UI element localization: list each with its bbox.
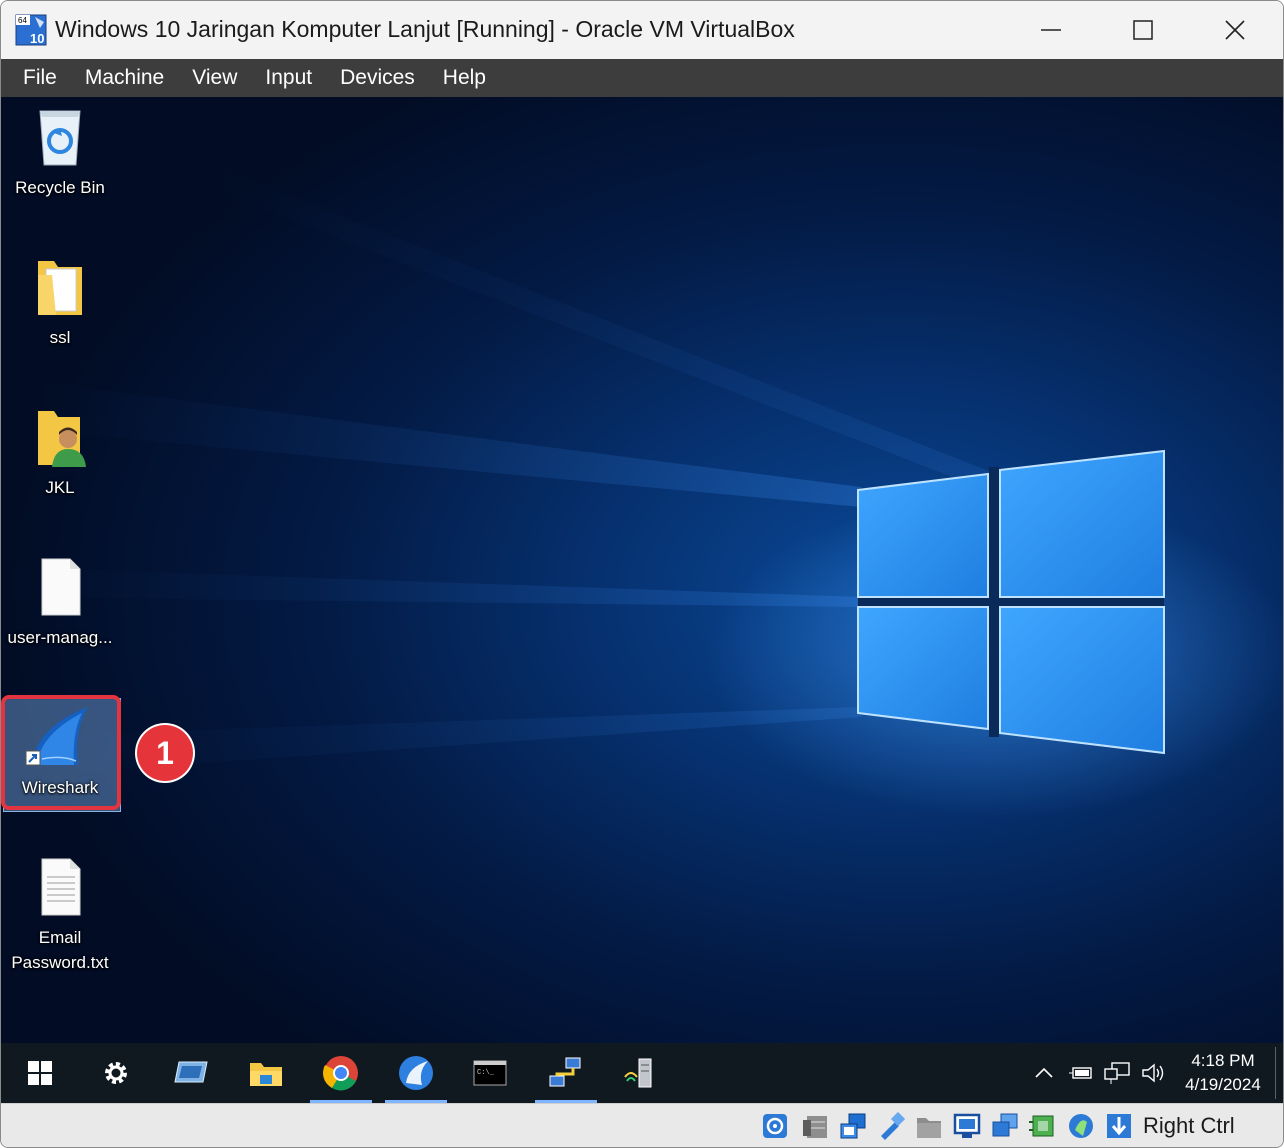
window-title: Windows 10 Jaringan Komputer Lanjut [Run… (55, 16, 795, 42)
desktop-icon-label: ssl (49, 328, 71, 347)
virtualbox-window: 64 10 Windows 10 Jaringan Komputer Lanju… (0, 0, 1284, 1148)
menu-file[interactable]: File (1, 59, 71, 97)
optical-drive-icon[interactable] (801, 1112, 829, 1140)
maximize-button[interactable] (1097, 1, 1189, 59)
menu-bar: File Machine View Input Devices Help (1, 59, 1283, 97)
taskbar-chrome[interactable] (310, 1043, 372, 1103)
show-hidden-icons-chevron-icon[interactable] (1033, 1062, 1055, 1084)
power-plug-icon (1069, 1067, 1092, 1079)
desktop-icon-label: JKL (45, 478, 75, 497)
video-capture-icon[interactable] (991, 1112, 1019, 1140)
hard-disk-icon[interactable] (761, 1112, 789, 1140)
network-status-icon (1104, 1062, 1130, 1084)
folder-icon (32, 255, 88, 317)
guest-additions-icon[interactable] (1067, 1112, 1095, 1140)
document-icon (32, 555, 88, 617)
clock-date: 4/19/2024 (1185, 1075, 1261, 1094)
start-button[interactable] (9, 1043, 71, 1103)
desktop-icon-user-manag[interactable]: user-manag... (1, 555, 119, 650)
vm-os-icon: 64 10 (15, 14, 47, 46)
taskbar-cmd[interactable]: C:\_ (459, 1043, 521, 1103)
recycle-bin-icon (32, 105, 88, 167)
desktop-icon-label: Recycle Bin (15, 178, 105, 197)
close-icon (1225, 20, 1245, 40)
cmd-icon: C:\_ (473, 1060, 507, 1086)
taskbar-network[interactable] (535, 1043, 597, 1103)
desktop-icon-ssl[interactable]: ssl (1, 255, 119, 350)
remote-desktop-icon (174, 1061, 208, 1083)
wireshark-icon (399, 1056, 433, 1090)
menu-machine[interactable]: Machine (71, 59, 178, 97)
close-button[interactable] (1189, 1, 1281, 59)
title-bar[interactable]: 64 10 Windows 10 Jaringan Komputer Lanju… (1, 1, 1283, 59)
svg-text:10: 10 (30, 31, 44, 46)
settings-icon (105, 1062, 127, 1084)
host-key-label: Right Ctrl (1143, 1113, 1235, 1138)
svg-text:C:\_: C:\_ (477, 1069, 495, 1077)
show-desktop-divider[interactable] (1275, 1047, 1276, 1099)
menu-view[interactable]: View (178, 59, 251, 97)
clock-time: 4:18 PM (1191, 1051, 1255, 1070)
desktop-icon-jkl[interactable]: JKL (1, 405, 119, 500)
annotation-highlight-box (1, 695, 121, 810)
usb-icon[interactable] (877, 1112, 905, 1140)
tray-network[interactable] (1103, 1043, 1131, 1103)
chrome-icon (323, 1056, 358, 1091)
taskbar-clock[interactable]: 4:18 PM 4/19/2024 (1169, 1049, 1277, 1097)
shared-folders-icon[interactable] (915, 1112, 943, 1140)
taskbar-server[interactable] (610, 1043, 672, 1103)
taskbar-remote-desktop[interactable] (160, 1043, 222, 1103)
speaker-icon (1142, 1063, 1164, 1083)
taskbar-settings[interactable] (85, 1043, 147, 1103)
cpu-activity-icon[interactable] (1029, 1112, 1057, 1140)
vbox-status-bar: Right Ctrl (1, 1103, 1283, 1147)
annotation-step-badge: 1 (137, 725, 193, 781)
desktop-icon-label: Email Password.txt (11, 928, 109, 972)
svg-text:64: 64 (18, 16, 27, 25)
minimize-icon (1041, 29, 1061, 31)
menu-help[interactable]: Help (429, 59, 500, 97)
network-adapter-icon[interactable] (839, 1112, 867, 1140)
maximize-icon (1133, 20, 1153, 40)
minimize-button[interactable] (1005, 1, 1097, 59)
guest-taskbar: C:\_ 4:18 PM 4/19/2024 (1, 1043, 1283, 1103)
desktop-icon-recycle-bin[interactable]: Recycle Bin (1, 105, 119, 200)
network-icon (549, 1057, 581, 1087)
windows-wallpaper (1, 137, 1165, 777)
taskbar-file-explorer[interactable] (235, 1043, 297, 1103)
taskbar-wireshark[interactable] (385, 1043, 447, 1103)
desktop-icon-email-password[interactable]: Email Password.txt (1, 855, 119, 975)
menu-input[interactable]: Input (251, 59, 326, 97)
start-icon (28, 1061, 52, 1085)
host-key-capture-icon[interactable] (1105, 1112, 1133, 1140)
tray-power[interactable] (1067, 1043, 1095, 1103)
system-tray (1033, 1043, 1055, 1103)
server-icon (624, 1058, 652, 1088)
guest-desktop[interactable]: Recycle Bin ssl JKL user-manag... Wiresh… (1, 97, 1283, 1043)
tray-volume[interactable] (1141, 1043, 1167, 1103)
display-icon[interactable] (953, 1112, 981, 1140)
desktop-icon-label: user-manag... (7, 628, 113, 647)
menu-devices[interactable]: Devices (326, 59, 429, 97)
user-folder-icon (32, 405, 88, 467)
text-file-icon (32, 855, 88, 917)
file-explorer-icon (250, 1063, 282, 1086)
